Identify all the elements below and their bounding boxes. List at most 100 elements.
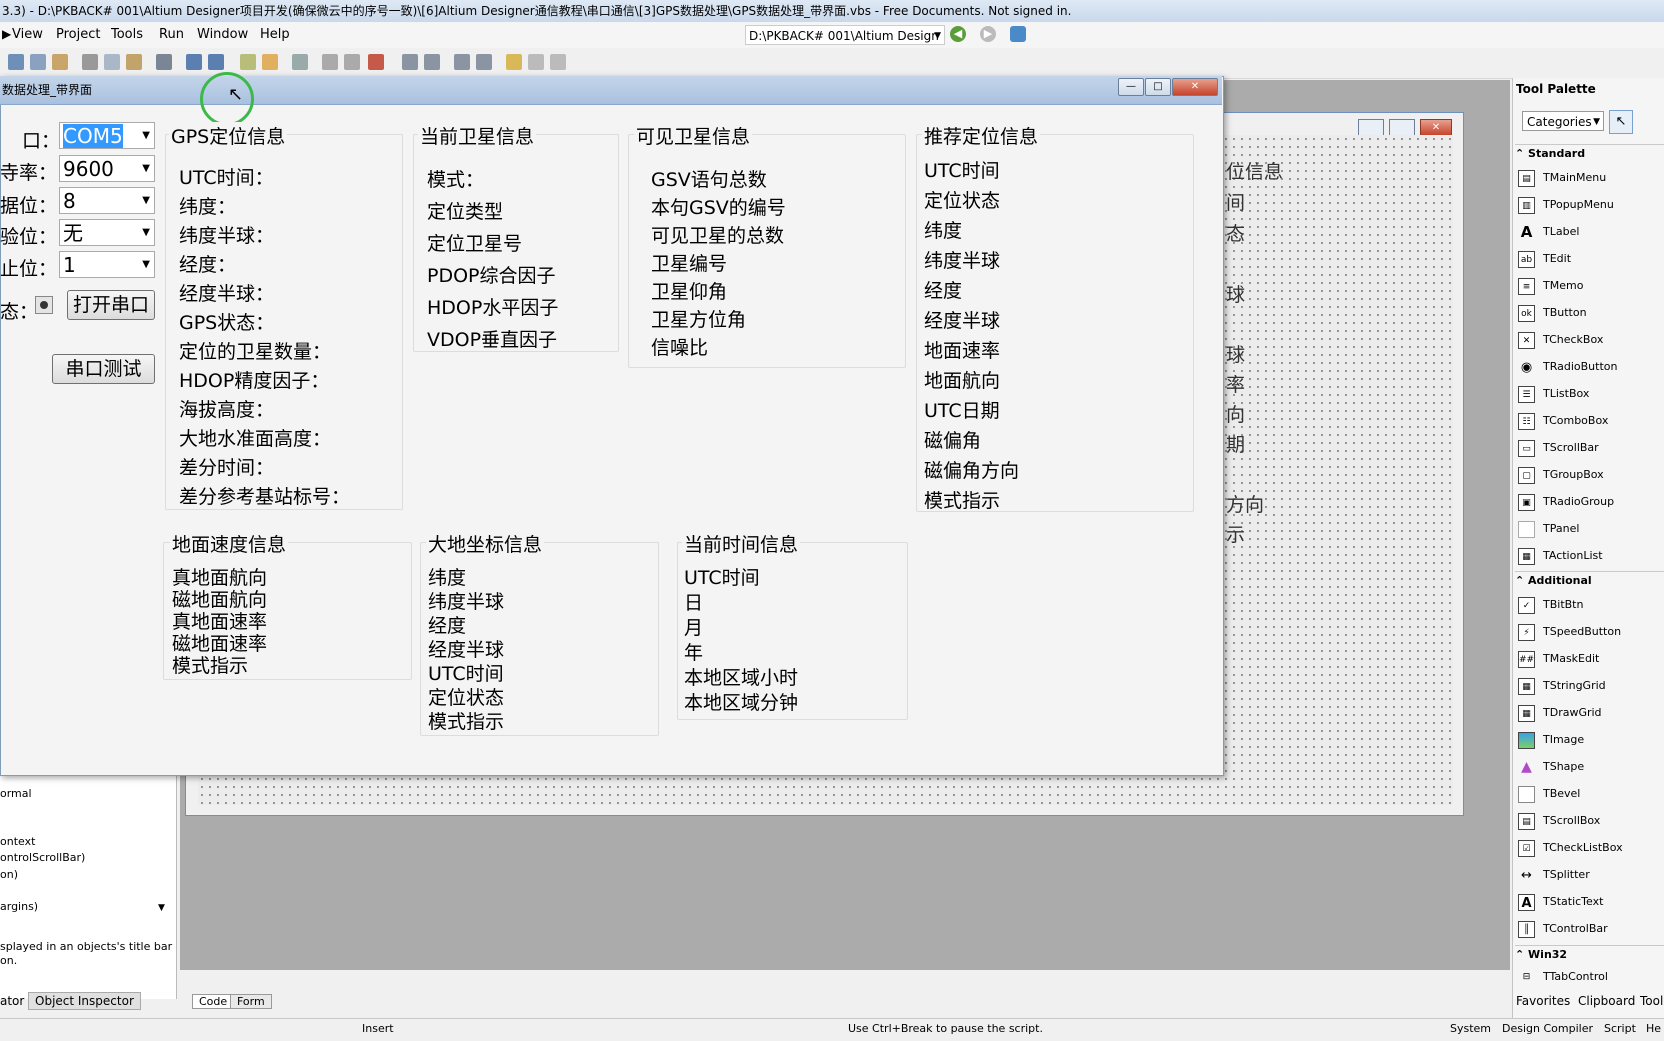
open-port-button[interactable]: 打开串口 xyxy=(67,290,155,320)
maximize-button[interactable]: □ xyxy=(1145,78,1171,96)
palette-item[interactable]: ☷ TComboBox xyxy=(1518,411,1664,431)
palette-item[interactable]: ab TEdit xyxy=(1518,249,1664,269)
palette-section-additional[interactable]: ⌃ Additional xyxy=(1515,571,1664,590)
outdent-icon[interactable] xyxy=(424,54,440,70)
distribute-icon[interactable] xyxy=(476,54,492,70)
palette-item[interactable]: ⚡ TSpeedButton xyxy=(1518,622,1664,642)
tab-navigator[interactable]: ator xyxy=(0,994,24,1008)
redo-icon[interactable] xyxy=(208,54,224,70)
menu-project[interactable]: Project xyxy=(56,27,100,42)
tab-object-inspector[interactable]: Object Inspector xyxy=(28,992,141,1010)
save-icon[interactable] xyxy=(52,54,68,70)
book-icon[interactable] xyxy=(368,54,384,70)
paste-icon[interactable] xyxy=(126,54,142,70)
tab-favorites[interactable]: Favorites xyxy=(1516,994,1570,1008)
grid-icon[interactable] xyxy=(550,54,566,70)
menu-run[interactable]: Run xyxy=(159,27,184,42)
copy-icon[interactable] xyxy=(104,54,120,70)
tab-form[interactable]: Form xyxy=(230,994,272,1009)
undo-icon[interactable] xyxy=(186,54,202,70)
menu-window[interactable]: Window xyxy=(197,27,248,42)
palette-item[interactable]: ▦ TStringGrid xyxy=(1518,676,1664,696)
tab-clipboard[interactable]: Clipboard xyxy=(1578,994,1635,1008)
palette-item[interactable]: ## TMaskEdit xyxy=(1518,649,1664,669)
tab-script[interactable]: Script xyxy=(1604,1020,1636,1038)
data-bits-combo[interactable]: 8 ▼ xyxy=(59,187,155,214)
designer-minimize-button[interactable] xyxy=(1358,119,1384,136)
palette-item[interactable]: ▣ TRadioGroup xyxy=(1518,492,1664,512)
menu-view[interactable]: View xyxy=(12,27,43,42)
palette-item-label: TScrollBar xyxy=(1543,441,1599,454)
designer-close-button[interactable]: ✕ xyxy=(1420,119,1452,136)
port-test-button[interactable]: 串口测试 xyxy=(52,354,155,384)
path-dropdown[interactable]: D:\PKBACK# 001\Altium Design ▼ xyxy=(745,25,945,45)
close-button[interactable]: ✕ xyxy=(1172,78,1218,96)
port-combo[interactable]: COM5 ▼ xyxy=(59,122,155,149)
menu-tools[interactable]: Tools xyxy=(111,27,143,42)
palette-item[interactable]: ◉ TRadioButton xyxy=(1518,357,1664,377)
palette-item[interactable]: ↔ TSplitter xyxy=(1518,865,1664,885)
step-icon[interactable] xyxy=(322,54,338,70)
palette-item[interactable]: ✕ TCheckBox xyxy=(1518,330,1664,350)
palette-item[interactable]: ▲ TShape xyxy=(1518,757,1664,777)
hand-icon[interactable] xyxy=(262,54,278,70)
property-row[interactable]: ormal xyxy=(0,787,32,800)
palette-item[interactable]: ▤ TMainMenu xyxy=(1518,168,1664,188)
open-icon[interactable] xyxy=(30,54,46,70)
new-icon[interactable] xyxy=(8,54,24,70)
scroll-down-icon[interactable]: ▼ xyxy=(158,903,165,913)
indent-icon[interactable] xyxy=(402,54,418,70)
stop-bits-combo[interactable]: 1 ▼ xyxy=(59,251,155,278)
palette-section-win32[interactable]: ⌃ Win32 xyxy=(1515,945,1664,964)
tab-help[interactable]: He xyxy=(1646,1020,1661,1038)
palette-item[interactable]: TBevel xyxy=(1518,784,1664,804)
palette-item[interactable]: ▤ TScrollBox xyxy=(1518,811,1664,831)
palette-item[interactable]: TImage xyxy=(1518,730,1664,750)
popup-menu-icon: ▥ xyxy=(1518,196,1535,214)
property-row[interactable]: on) xyxy=(0,868,18,881)
palette-item[interactable]: ▥ TPopupMenu xyxy=(1518,195,1664,215)
palette-item[interactable]: ▦ TDrawGrid xyxy=(1518,703,1664,723)
find-icon[interactable] xyxy=(156,54,172,70)
tab-control-icon: ⊟ xyxy=(1522,971,1531,982)
palette-item[interactable]: A TLabel xyxy=(1518,222,1664,242)
cut-icon[interactable] xyxy=(82,54,98,70)
palette-item[interactable]: ║ TControlBar xyxy=(1518,919,1664,939)
palette-item[interactable]: TPanel xyxy=(1518,519,1664,539)
baud-combo[interactable]: 9600 ▼ xyxy=(59,155,155,182)
tab-design-compiler[interactable]: Design Compiler xyxy=(1502,1020,1593,1038)
pointer-tool-button[interactable]: ↖ xyxy=(1609,110,1633,134)
menu-help[interactable]: Help xyxy=(260,27,290,42)
pencil-icon[interactable] xyxy=(240,54,256,70)
menu-icon[interactable]: ▶ xyxy=(2,27,11,41)
palette-item[interactable]: ⊟ TTabControl xyxy=(1518,967,1664,987)
palette-category-select[interactable]: Categories ▼ xyxy=(1522,111,1604,131)
palette-item[interactable]: ✓ TBitBtn xyxy=(1518,595,1664,615)
palette-item[interactable]: ▦ TActionList xyxy=(1518,546,1664,566)
align-icon[interactable] xyxy=(454,54,470,70)
back-icon[interactable]: ◀ xyxy=(950,26,966,42)
tab-system[interactable]: System xyxy=(1450,1020,1491,1038)
property-row[interactable]: argins) xyxy=(0,900,38,913)
parity-combo[interactable]: 无 ▼ xyxy=(59,219,155,246)
property-row[interactable]: ontext xyxy=(0,835,35,848)
tab-code[interactable]: Code xyxy=(192,994,235,1009)
palette-item[interactable]: ☑ TCheckListBox xyxy=(1518,838,1664,858)
navigate-icon[interactable] xyxy=(1010,26,1026,42)
property-row[interactable]: ontrolScrollBar) xyxy=(0,851,85,864)
form-icon[interactable] xyxy=(506,54,522,70)
minimize-button[interactable]: — xyxy=(1118,78,1144,96)
step-over-icon[interactable] xyxy=(344,54,360,70)
palette-item[interactable]: ≡ TMemo xyxy=(1518,276,1664,296)
tool-icon[interactable] xyxy=(292,54,308,70)
unit-icon[interactable] xyxy=(528,54,544,70)
tab-tool[interactable]: Tool xyxy=(1640,994,1663,1008)
designer-maximize-button[interactable] xyxy=(1389,119,1415,136)
palette-item[interactable]: A TStaticText xyxy=(1518,892,1664,912)
palette-item[interactable]: ▢ TGroupBox xyxy=(1518,465,1664,485)
palette-item[interactable]: ▭ TScrollBar xyxy=(1518,438,1664,458)
palette-item[interactable]: ok TButton xyxy=(1518,303,1664,323)
palette-item[interactable]: ☰ TListBox xyxy=(1518,384,1664,404)
forward-icon[interactable]: ▶ xyxy=(980,26,996,42)
palette-section-standard[interactable]: ⌃ Standard xyxy=(1515,144,1664,163)
